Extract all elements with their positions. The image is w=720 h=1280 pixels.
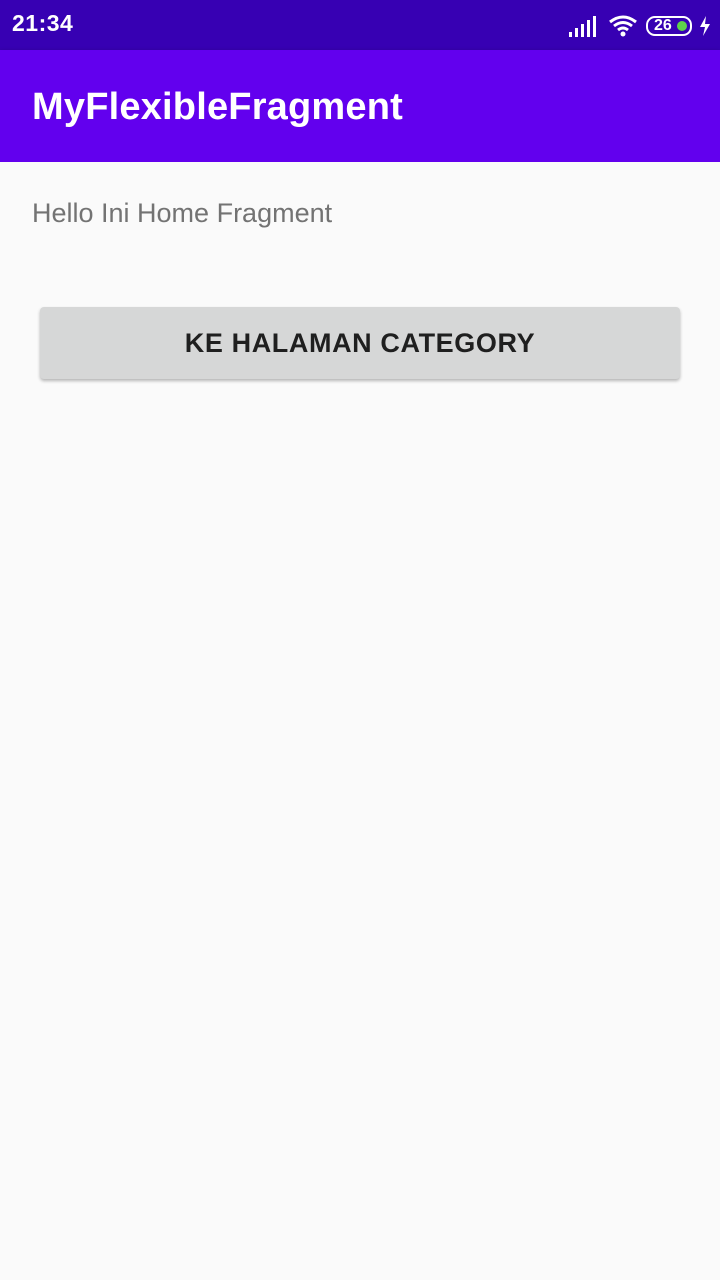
battery-level: 26: [654, 17, 672, 34]
category-button[interactable]: KE HALAMAN CATEGORY: [40, 307, 680, 379]
hello-message: Hello Ini Home Fragment: [32, 198, 333, 228]
app-bar: MyFlexibleFragment: [0, 50, 720, 162]
battery-indicator: [677, 21, 687, 31]
wifi-icon: [609, 15, 637, 37]
status-icons: 26: [568, 12, 712, 40]
home-fragment: Hello Ini Home Fragment KE HALAMAN CATEG…: [0, 162, 720, 1280]
battery-icon: 26: [646, 16, 692, 36]
charging-icon: [700, 16, 710, 36]
app-title: MyFlexibleFragment: [32, 86, 404, 128]
status-bar: 21:34 26: [0, 0, 720, 50]
signal-icon: [569, 16, 596, 37]
status-time: 21:34: [12, 10, 74, 36]
category-button-label: KE HALAMAN CATEGORY: [184, 327, 536, 358]
